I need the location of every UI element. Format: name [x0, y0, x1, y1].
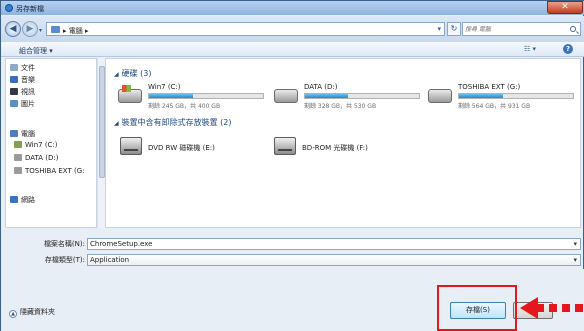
drive-free-space: 剩餘 245 GB，共 400 GB: [148, 103, 221, 110]
drive-item-bd-f[interactable]: BD-ROM 光碟機 (F:): [274, 135, 424, 159]
drive-icon: [274, 89, 298, 103]
sidebar-item-label: 文件: [21, 64, 35, 72]
filename-value: ChromeSetup.exe: [90, 240, 153, 248]
document-icon: [10, 64, 18, 71]
computer-icon: [51, 26, 60, 33]
help-button[interactable]: ?: [563, 44, 573, 54]
sidebar-item-label: TOSHIBA EXT (G:: [25, 167, 85, 175]
drive-free-space: 剩餘 328 GB，共 530 GB: [304, 103, 377, 110]
title-bar: 另存新檔 ✕: [1, 1, 584, 15]
save-as-dialog: 另存新檔 ✕ ◀ ▶ ▾ ▸ 電腦 ▸ ▾ ↻ 組合管理 ▾ ☷ ▾ ? 文件 …: [0, 0, 584, 331]
drive-icon: [14, 141, 22, 148]
drive-item-toshiba-g[interactable]: TOSHIBA EXT (G:) 剩餘 564 GB，共 931 GB: [428, 83, 578, 111]
group-header-label: 裝置中含有卸除式存放裝置 (2): [121, 118, 232, 127]
sidebar-item-toshiba-g[interactable]: TOSHIBA EXT (G:: [14, 167, 84, 177]
view-options-button[interactable]: ☷ ▾: [524, 45, 536, 53]
hide-folders-button[interactable]: ▲ 隱藏資料夾: [9, 307, 55, 318]
chrome-icon: [5, 4, 13, 12]
drive-usage-bar: [304, 93, 420, 99]
group-header-hard-drives[interactable]: ◢ 硬碟 (3): [114, 68, 152, 79]
drive-usage-fill: [459, 94, 504, 98]
recent-pages-chevron-down-icon[interactable]: ▾: [39, 27, 42, 34]
sidebar-item-win7-c[interactable]: Win7 (C:): [14, 141, 58, 151]
organize-button[interactable]: 組合管理 ▾: [19, 46, 53, 56]
save-button[interactable]: 存檔(S): [450, 302, 506, 319]
music-icon: [10, 76, 18, 83]
address-row: ◀ ▶ ▾ ▸ 電腦 ▸ ▾ ↻: [1, 16, 584, 42]
address-chevron-down-icon[interactable]: ▾: [437, 25, 441, 33]
filename-label: 檔案名稱(N):: [43, 240, 85, 248]
drive-usage-fill: [305, 94, 349, 98]
sidebar-item-label: Win7 (C:): [25, 141, 58, 149]
drive-usage-bar: [148, 93, 264, 99]
sidebar-item-label: 音樂: [21, 76, 35, 84]
dvd-drive-icon: [120, 137, 142, 155]
group-header-removable[interactable]: ◢ 裝置中含有卸除式存放裝置 (2): [114, 117, 232, 128]
computer-icon: [10, 130, 18, 137]
sidebar-item-label: 網路: [21, 196, 35, 204]
refresh-button[interactable]: ↻: [447, 22, 461, 36]
hide-folders-label: 隱藏資料夾: [20, 308, 55, 316]
search-input[interactable]: [465, 24, 565, 34]
search-box[interactable]: [462, 22, 581, 36]
filetype-select[interactable]: Application ▾: [87, 254, 581, 266]
toolbar: 組合管理 ▾ ☷ ▾ ?: [1, 42, 584, 57]
close-button[interactable]: ✕: [547, 1, 583, 14]
drive-name: DATA (D:): [304, 83, 338, 91]
video-icon: [10, 88, 18, 95]
forward-button[interactable]: ▶: [22, 21, 38, 37]
sidebar-item-label: 視訊: [21, 88, 35, 96]
filename-field[interactable]: ChromeSetup.exe ▾: [87, 238, 581, 250]
filetype-value: Application: [90, 256, 130, 264]
pictures-icon: [10, 100, 18, 107]
filetype-chevron-down-icon[interactable]: ▾: [573, 255, 577, 265]
drive-item-dvd-e[interactable]: DVD RW 磁碟機 (E:): [120, 135, 260, 159]
collapse-triangle-icon[interactable]: ◢: [114, 120, 119, 127]
drive-icon: [428, 89, 452, 103]
sidebar-item-computer[interactable]: 電腦: [10, 129, 35, 139]
sidebar-item-data-d[interactable]: DATA (D:): [14, 154, 58, 164]
filetype-label: 存檔類型(T):: [44, 256, 85, 264]
bd-drive-icon: [274, 137, 296, 155]
sidebar-item-label: 電腦: [21, 130, 35, 138]
drive-usage-bar: [458, 93, 574, 99]
dialog-footer: ▲ 隱藏資料夾 存檔(S): [1, 269, 584, 331]
back-button[interactable]: ◀: [5, 21, 21, 37]
drive-usage-fill: [149, 94, 194, 98]
breadcrumb[interactable]: ▸ 電腦 ▸: [63, 26, 88, 36]
group-header-label: 硬碟 (3): [121, 69, 152, 78]
drive-free-space: 剩餘 564 GB，共 931 GB: [458, 103, 531, 110]
file-fields: 檔案名稱(N): ChromeSetup.exe ▾ 存檔類型(T): Appl…: [1, 229, 584, 269]
sidebar-item-label: DATA (D:): [25, 154, 59, 162]
chevron-up-icon: ▲: [9, 310, 17, 318]
drive-icon: [14, 154, 22, 161]
file-list: ◢ 硬碟 (3) Win7 (C:) 剩餘 245 GB，共 400 GB DAT…: [105, 58, 581, 228]
collapse-triangle-icon[interactable]: ◢: [114, 71, 119, 78]
navigation-pane: 文件 音樂 視訊 圖片 電腦 Win7 (C:) DATA (D:) TOSHI…: [5, 58, 97, 228]
drive-item-win7-c[interactable]: Win7 (C:) 剩餘 245 GB，共 400 GB: [118, 83, 268, 111]
address-bar[interactable]: ▸ 電腦 ▸ ▾: [46, 22, 445, 36]
sidebar-item-label: 圖片: [21, 100, 35, 108]
sidebar-item-music[interactable]: 音樂: [10, 75, 35, 85]
filename-chevron-down-icon[interactable]: ▾: [573, 239, 577, 249]
cancel-button[interactable]: [513, 302, 553, 319]
drive-name: Win7 (C:): [148, 83, 181, 91]
drive-icon: [14, 167, 22, 174]
window-title: 另存新檔: [16, 5, 44, 13]
drive-name: BD-ROM 光碟機 (F:): [302, 144, 368, 152]
network-icon: [10, 196, 18, 203]
sidebar-item-videos[interactable]: 視訊: [10, 87, 35, 97]
sidebar-item-pictures[interactable]: 圖片: [10, 99, 35, 109]
sidebar-item-network[interactable]: 網路: [10, 195, 35, 205]
drive-name: DVD RW 磁碟機 (E:): [148, 144, 215, 152]
navigation-scrollbar[interactable]: [97, 58, 105, 228]
search-icon[interactable]: [570, 26, 576, 32]
drive-name: TOSHIBA EXT (G:): [458, 83, 521, 91]
drive-item-data-d[interactable]: DATA (D:) 剩餘 328 GB，共 530 GB: [274, 83, 424, 111]
windows-drive-icon: [118, 85, 142, 103]
sidebar-item-documents[interactable]: 文件: [10, 63, 35, 73]
